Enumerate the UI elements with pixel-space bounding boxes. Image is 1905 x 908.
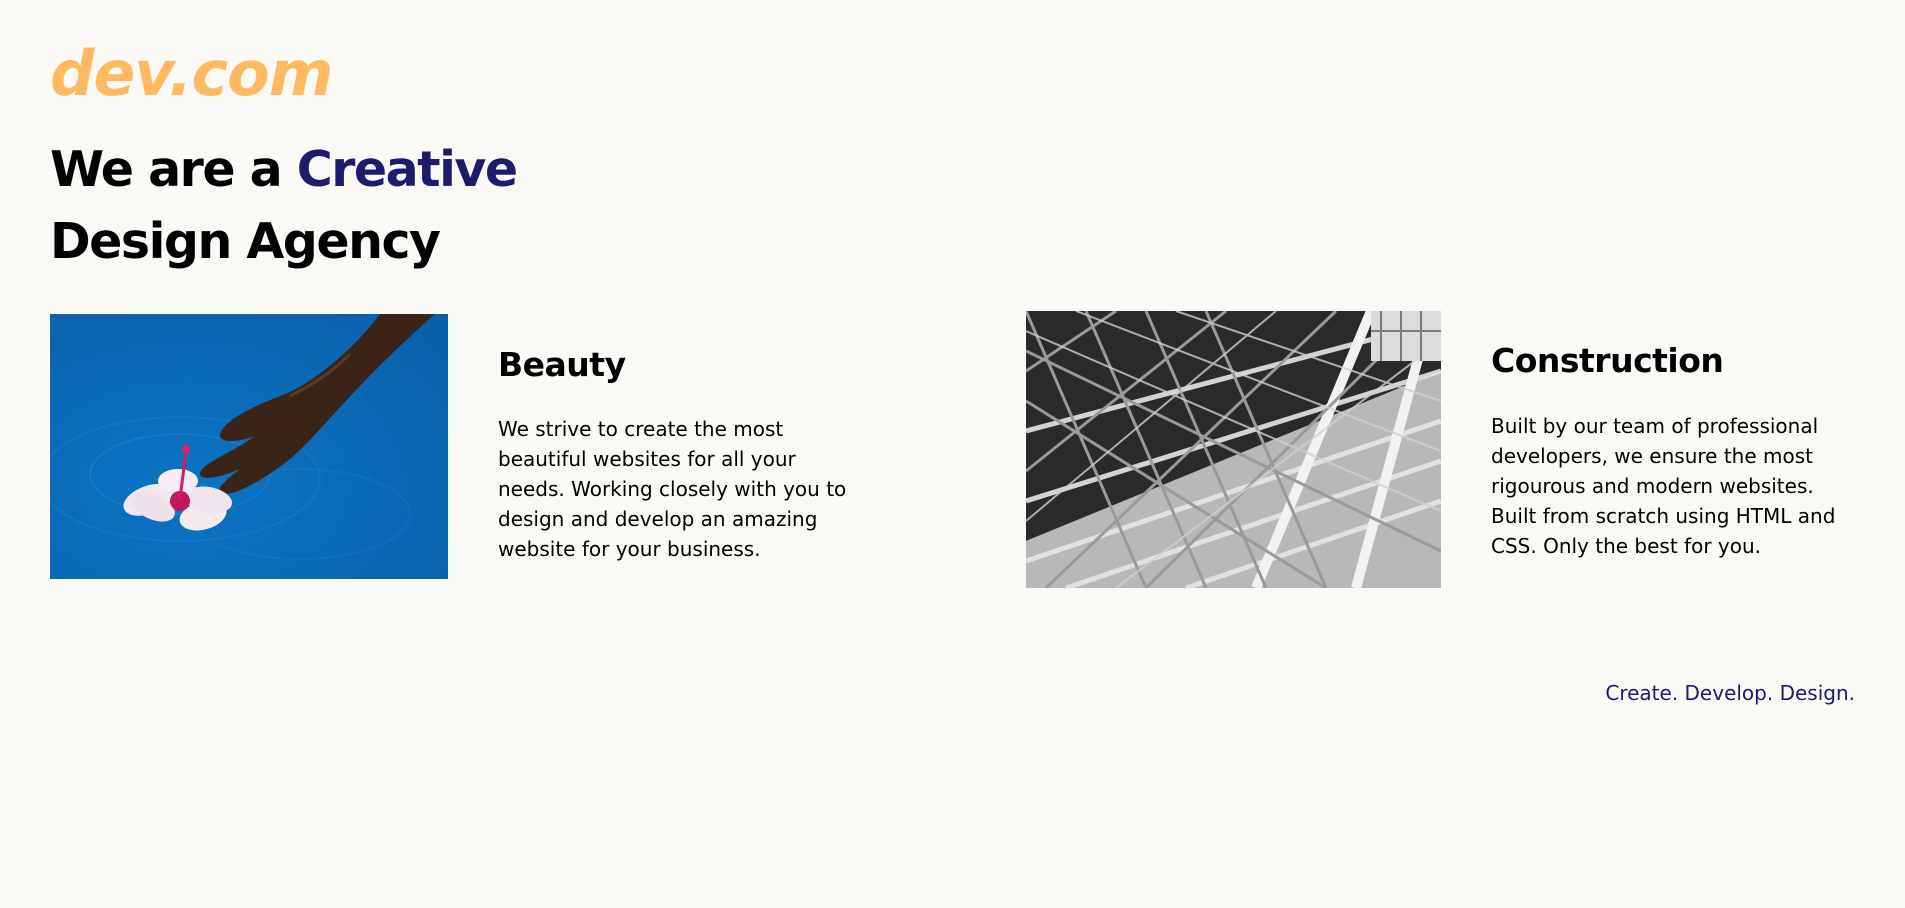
headline-prefix: We are a	[50, 141, 297, 198]
card-title-construction: Construction	[1491, 341, 1724, 380]
page-headline: We are a Creative Design Agency	[50, 134, 518, 278]
card-title-beauty: Beauty	[498, 345, 626, 384]
card-text-construction: Built by our team of professional develo…	[1491, 414, 1836, 558]
card-text-beauty: We strive to create the most beautiful w…	[498, 417, 847, 561]
logo[interactable]: dev.com	[50, 34, 333, 114]
construction-image	[1026, 311, 1441, 588]
headline-accent: Creative	[296, 141, 518, 198]
footer-tagline: Create. Develop. Design.	[1605, 681, 1855, 705]
headline-line2: Design Agency	[50, 213, 441, 270]
beauty-image	[50, 314, 448, 579]
